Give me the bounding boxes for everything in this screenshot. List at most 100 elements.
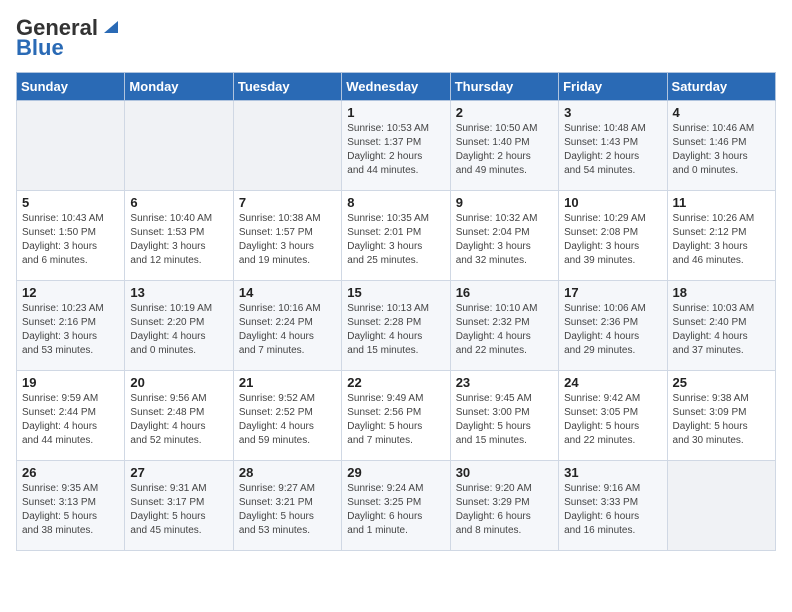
- day-detail: Sunrise: 10:38 AM Sunset: 1:57 PM Daylig…: [239, 212, 336, 268]
- day-number: 24: [564, 375, 661, 390]
- calendar-cell: 19 Sunrise: 9:59 AM Sunset: 2:44 PM Dayli…: [17, 371, 125, 461]
- day-detail: Sunrise: 9:59 AM Sunset: 2:44 PM Dayligh…: [22, 392, 119, 448]
- calendar-cell: [17, 101, 125, 191]
- calendar-cell: [125, 101, 233, 191]
- calendar-cell: 3 Sunrise: 10:48 AM Sunset: 1:43 PM Dayli…: [559, 101, 667, 191]
- day-detail: Sunrise: 10:53 AM Sunset: 1:37 PM Daylig…: [347, 122, 444, 178]
- day-number: 5: [22, 195, 119, 210]
- calendar-cell: 21 Sunrise: 9:52 AM Sunset: 2:52 PM Dayli…: [233, 371, 341, 461]
- logo-text-blue: Blue: [16, 36, 64, 60]
- calendar-cell: 8Sunrise: 10:35 AM Sunset: 2:01 PM Dayli…: [342, 191, 450, 281]
- calendar-cell: 16Sunrise: 10:10 AM Sunset: 2:32 PM Dayl…: [450, 281, 558, 371]
- day-detail: Sunrise: 10:50 AM Sunset: 1:40 PM Daylig…: [456, 122, 553, 178]
- day-detail: Sunrise: 9:20 AM Sunset: 3:29 PM Dayligh…: [456, 482, 553, 538]
- day-number: 16: [456, 285, 553, 300]
- calendar-cell: 12 Sunrise: 10:23 AM Sunset: 2:16 PM Dayl…: [17, 281, 125, 371]
- calendar-cell: 10 Sunrise: 10:29 AM Sunset: 2:08 PM Dayl…: [559, 191, 667, 281]
- day-detail: Sunrise: 10:23 AM Sunset: 2:16 PM Daylig…: [22, 302, 119, 358]
- calendar-cell: 20 Sunrise: 9:56 AM Sunset: 2:48 PM Dayli…: [125, 371, 233, 461]
- day-number: 13: [130, 285, 227, 300]
- day-of-week-thursday: Thursday: [450, 73, 558, 101]
- calendar-cell: 22 Sunrise: 9:49 AM Sunset: 2:56 PM Dayli…: [342, 371, 450, 461]
- calendar-cell: 23 Sunrise: 9:45 AM Sunset: 3:00 PM Dayli…: [450, 371, 558, 461]
- calendar-cell: 2 Sunrise: 10:50 AM Sunset: 1:40 PM Dayli…: [450, 101, 558, 191]
- day-number: 6: [130, 195, 227, 210]
- day-number: 18: [673, 285, 770, 300]
- calendar-cell: [233, 101, 341, 191]
- day-number: 29: [347, 465, 444, 480]
- calendar-cell: 30Sunrise: 9:20 AM Sunset: 3:29 PM Dayli…: [450, 461, 558, 551]
- day-number: 26: [22, 465, 119, 480]
- logo-icon: [100, 17, 118, 35]
- day-detail: Sunrise: 10:48 AM Sunset: 1:43 PM Daylig…: [564, 122, 661, 178]
- day-detail: Sunrise: 10:19 AM Sunset: 2:20 PM Daylig…: [130, 302, 227, 358]
- day-detail: Sunrise: 10:06 AM Sunset: 2:36 PM Daylig…: [564, 302, 661, 358]
- calendar-cell: 1 Sunrise: 10:53 AM Sunset: 1:37 PM Dayli…: [342, 101, 450, 191]
- calendar-cell: 4Sunrise: 10:46 AM Sunset: 1:46 PM Dayli…: [667, 101, 775, 191]
- day-detail: Sunrise: 9:52 AM Sunset: 2:52 PM Dayligh…: [239, 392, 336, 448]
- calendar-cell: 18 Sunrise: 10:03 AM Sunset: 2:40 PM Dayl…: [667, 281, 775, 371]
- day-number: 15: [347, 285, 444, 300]
- day-number: 12: [22, 285, 119, 300]
- day-number: 25: [673, 375, 770, 390]
- week-row-4: 19 Sunrise: 9:59 AM Sunset: 2:44 PM Dayli…: [17, 371, 776, 461]
- day-number: 23: [456, 375, 553, 390]
- day-number: 1: [347, 105, 444, 120]
- calendar-cell: 17 Sunrise: 10:06 AM Sunset: 2:36 PM Dayl…: [559, 281, 667, 371]
- day-detail: Sunrise: 9:27 AM Sunset: 3:21 PM Dayligh…: [239, 482, 336, 538]
- day-number: 20: [130, 375, 227, 390]
- day-of-week-friday: Friday: [559, 73, 667, 101]
- week-row-5: 26 Sunrise: 9:35 AM Sunset: 3:13 PM Dayli…: [17, 461, 776, 551]
- days-of-week-row: SundayMondayTuesdayWednesdayThursdayFrid…: [17, 73, 776, 101]
- day-detail: Sunrise: 9:35 AM Sunset: 3:13 PM Dayligh…: [22, 482, 119, 538]
- day-detail: Sunrise: 10:43 AM Sunset: 1:50 PM Daylig…: [22, 212, 119, 268]
- calendar-cell: 29 Sunrise: 9:24 AM Sunset: 3:25 PM Dayli…: [342, 461, 450, 551]
- calendar-header: SundayMondayTuesdayWednesdayThursdayFrid…: [17, 73, 776, 101]
- day-detail: Sunrise: 9:49 AM Sunset: 2:56 PM Dayligh…: [347, 392, 444, 448]
- day-number: 31: [564, 465, 661, 480]
- day-detail: Sunrise: 9:45 AM Sunset: 3:00 PM Dayligh…: [456, 392, 553, 448]
- day-number: 9: [456, 195, 553, 210]
- day-detail: Sunrise: 9:31 AM Sunset: 3:17 PM Dayligh…: [130, 482, 227, 538]
- calendar-cell: 31Sunrise: 9:16 AM Sunset: 3:33 PM Dayli…: [559, 461, 667, 551]
- day-of-week-sunday: Sunday: [17, 73, 125, 101]
- day-detail: Sunrise: 9:42 AM Sunset: 3:05 PM Dayligh…: [564, 392, 661, 448]
- day-detail: Sunrise: 10:40 AM Sunset: 1:53 PM Daylig…: [130, 212, 227, 268]
- week-row-1: 1 Sunrise: 10:53 AM Sunset: 1:37 PM Dayli…: [17, 101, 776, 191]
- calendar-cell: 26 Sunrise: 9:35 AM Sunset: 3:13 PM Dayli…: [17, 461, 125, 551]
- calendar-cell: 28 Sunrise: 9:27 AM Sunset: 3:21 PM Dayli…: [233, 461, 341, 551]
- day-number: 7: [239, 195, 336, 210]
- week-row-3: 12 Sunrise: 10:23 AM Sunset: 2:16 PM Dayl…: [17, 281, 776, 371]
- day-number: 3: [564, 105, 661, 120]
- day-detail: Sunrise: 10:13 AM Sunset: 2:28 PM Daylig…: [347, 302, 444, 358]
- day-number: 2: [456, 105, 553, 120]
- day-of-week-saturday: Saturday: [667, 73, 775, 101]
- day-number: 21: [239, 375, 336, 390]
- day-detail: Sunrise: 9:38 AM Sunset: 3:09 PM Dayligh…: [673, 392, 770, 448]
- day-number: 19: [22, 375, 119, 390]
- week-row-2: 5 Sunrise: 10:43 AM Sunset: 1:50 PM Dayli…: [17, 191, 776, 281]
- day-detail: Sunrise: 10:29 AM Sunset: 2:08 PM Daylig…: [564, 212, 661, 268]
- calendar-cell: 27 Sunrise: 9:31 AM Sunset: 3:17 PM Dayli…: [125, 461, 233, 551]
- day-number: 27: [130, 465, 227, 480]
- calendar-cell: 15 Sunrise: 10:13 AM Sunset: 2:28 PM Dayl…: [342, 281, 450, 371]
- calendar-cell: 13 Sunrise: 10:19 AM Sunset: 2:20 PM Dayl…: [125, 281, 233, 371]
- calendar-cell: 11 Sunrise: 10:26 AM Sunset: 2:12 PM Dayl…: [667, 191, 775, 281]
- day-detail: Sunrise: 10:26 AM Sunset: 2:12 PM Daylig…: [673, 212, 770, 268]
- day-number: 17: [564, 285, 661, 300]
- day-number: 11: [673, 195, 770, 210]
- day-detail: Sunrise: 10:16 AM Sunset: 2:24 PM Daylig…: [239, 302, 336, 358]
- page-header: General Blue: [16, 16, 776, 60]
- calendar-cell: 9Sunrise: 10:32 AM Sunset: 2:04 PM Dayli…: [450, 191, 558, 281]
- day-detail: Sunrise: 9:24 AM Sunset: 3:25 PM Dayligh…: [347, 482, 444, 538]
- calendar-table: SundayMondayTuesdayWednesdayThursdayFrid…: [16, 72, 776, 551]
- calendar-cell: 14 Sunrise: 10:16 AM Sunset: 2:24 PM Dayl…: [233, 281, 341, 371]
- day-of-week-tuesday: Tuesday: [233, 73, 341, 101]
- day-detail: Sunrise: 10:03 AM Sunset: 2:40 PM Daylig…: [673, 302, 770, 358]
- day-number: 22: [347, 375, 444, 390]
- day-number: 10: [564, 195, 661, 210]
- calendar-cell: [667, 461, 775, 551]
- day-number: 28: [239, 465, 336, 480]
- day-number: 14: [239, 285, 336, 300]
- day-detail: Sunrise: 9:56 AM Sunset: 2:48 PM Dayligh…: [130, 392, 227, 448]
